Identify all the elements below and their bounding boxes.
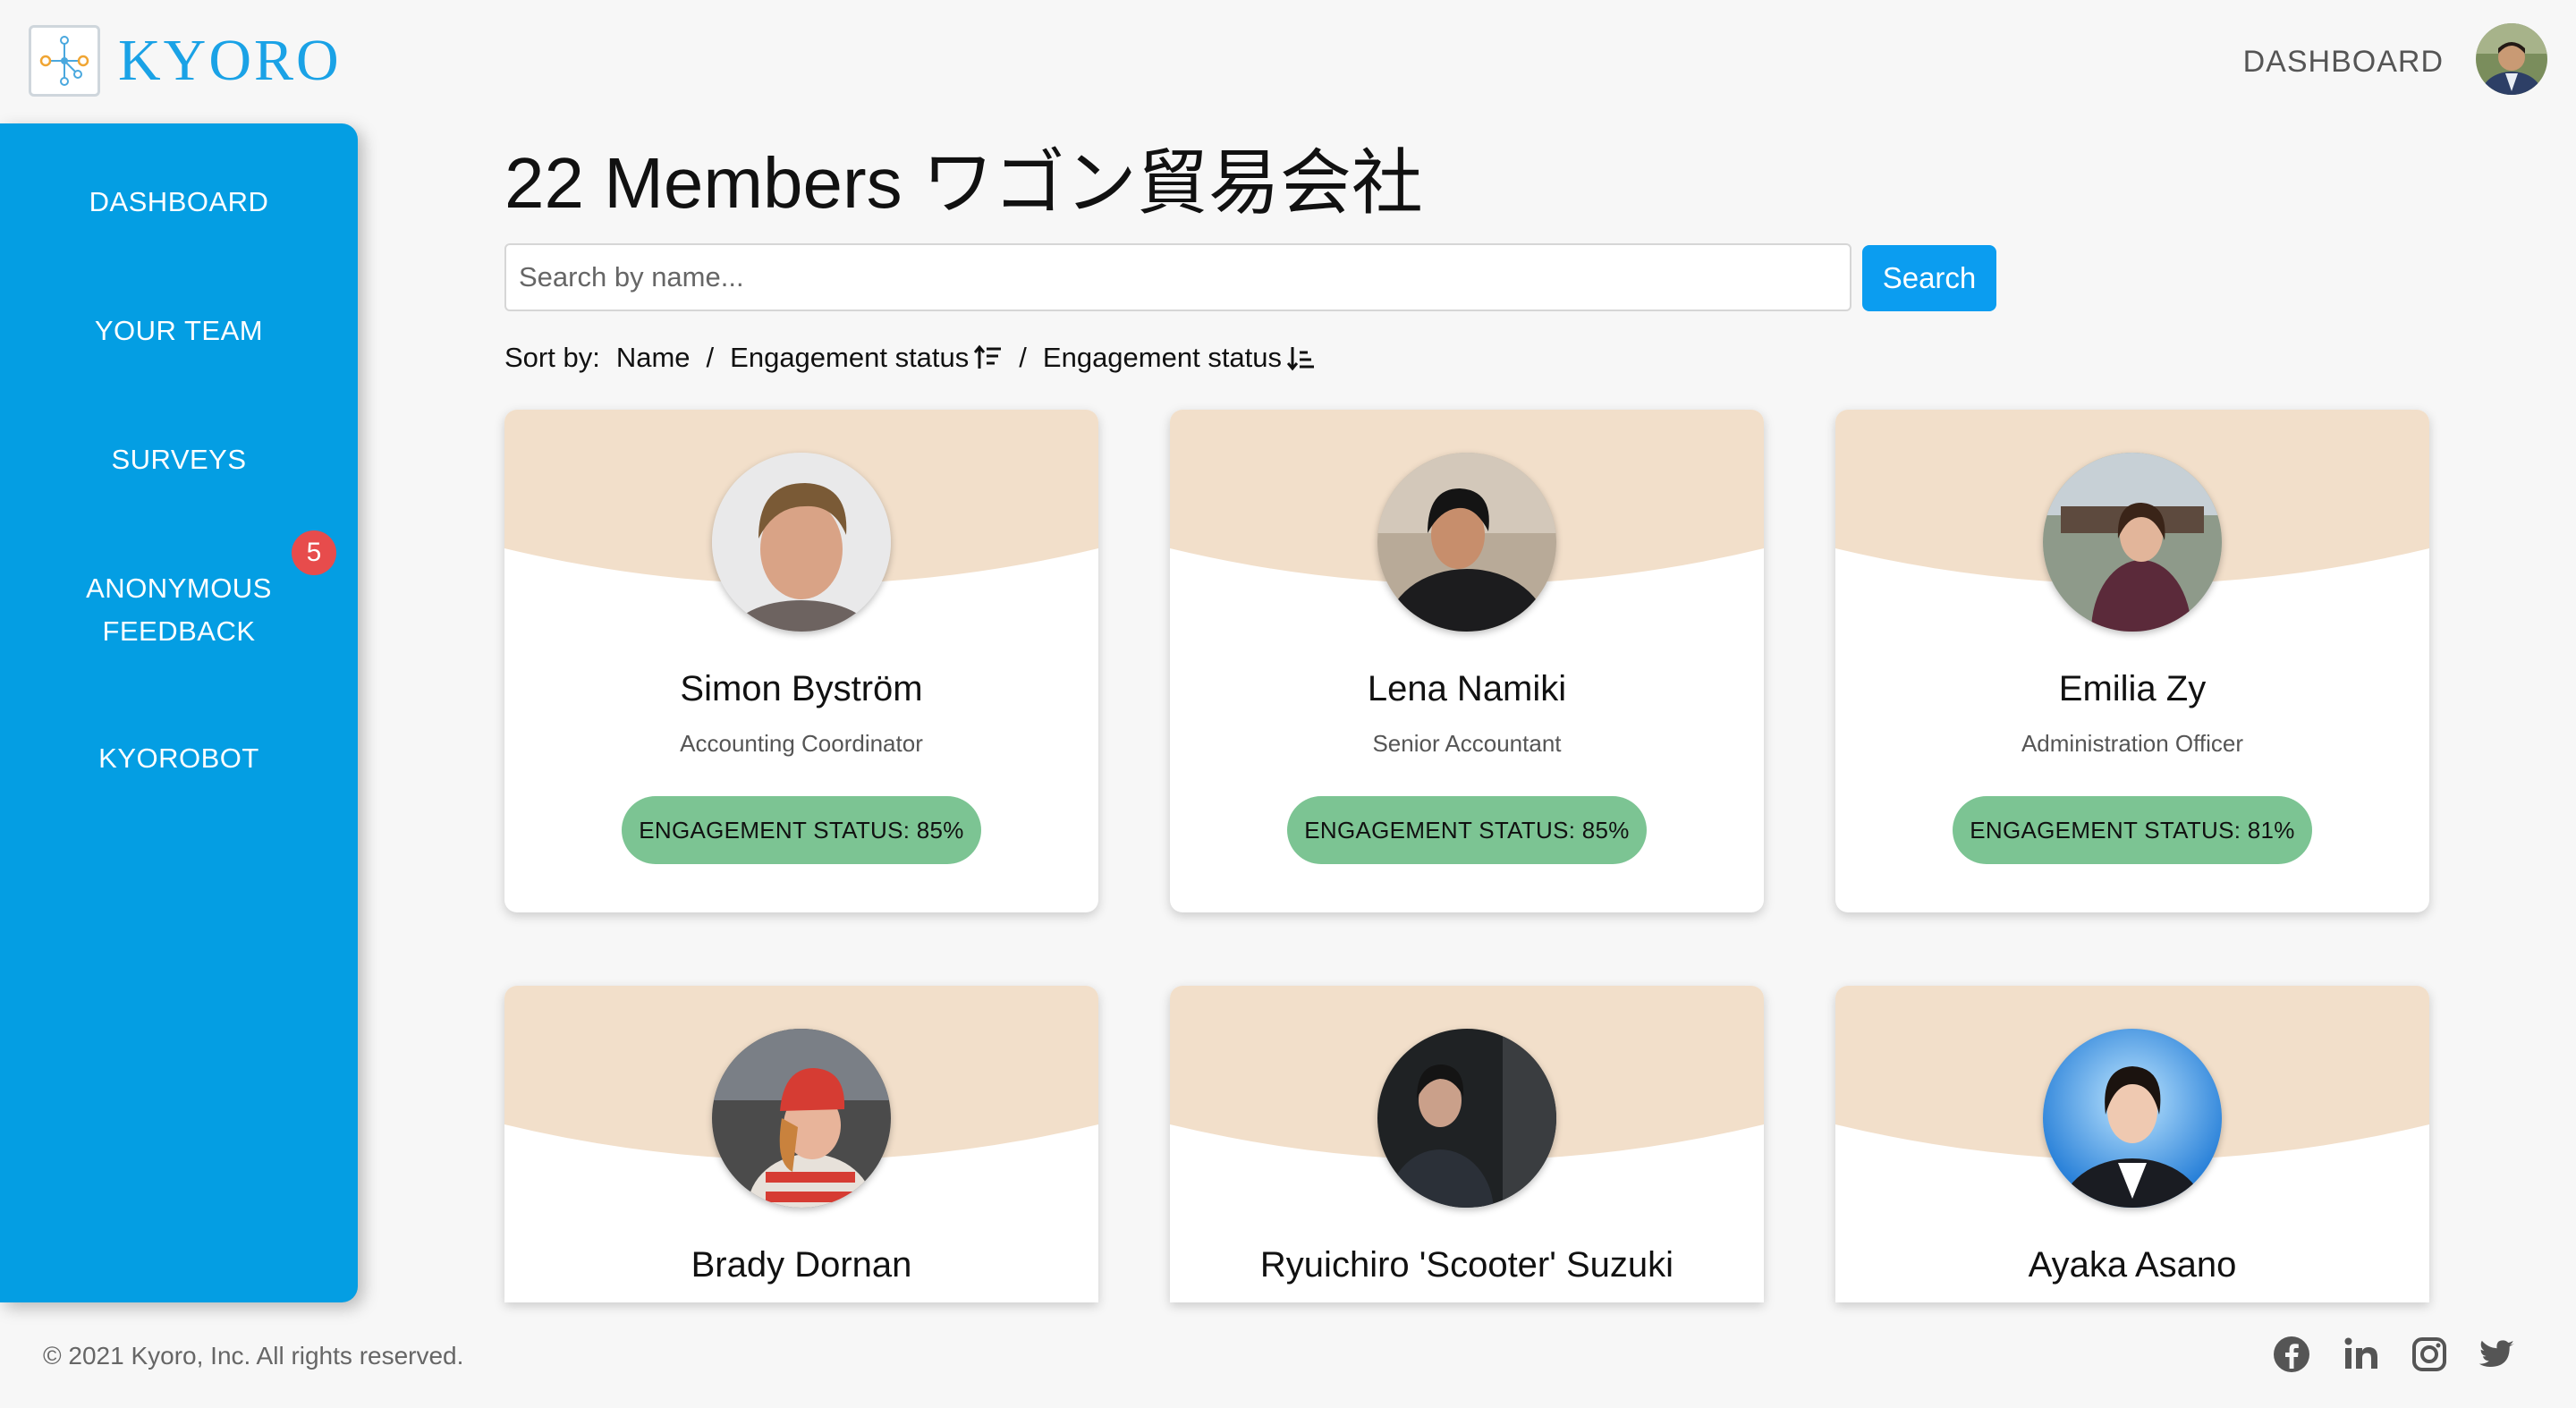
sidebar-item-anonymous-feedback[interactable]: ANONYMOUS FEEDBACK [0,567,358,653]
member-photo [1377,453,1556,632]
member-photo [1377,1029,1556,1208]
engagement-status-badge: ENGAGEMENT STATUS: 85% [622,796,981,864]
kyoro-logo[interactable]: KYORO [29,25,342,97]
member-role: Administration Officer [2021,730,2244,757]
member-card[interactable]: Brady Dornan [504,986,1098,1302]
member-photo [2043,453,2222,632]
header-dashboard-link[interactable]: DASHBOARD [2243,45,2444,80]
facebook-icon[interactable] [2272,1335,2311,1374]
sidebar-item-your-team[interactable]: YOUR TEAM [0,310,358,352]
copyright-text: © 2021 Kyoro, Inc. All rights reserved. [43,1342,464,1370]
sort-descending-icon [1287,347,1315,371]
member-name: Ayaka Asano [2028,1245,2237,1285]
notification-badge: 5 [292,530,336,575]
member-name: Simon Byström [680,669,923,708]
search-button[interactable]: Search [1862,245,1996,311]
member-role: Accounting Coordinator [680,730,923,757]
member-name: Ryuichiro 'Scooter' Suzuki [1259,1245,1674,1285]
sort-separator: / [1019,342,1027,373]
engagement-status-badge: ENGAGEMENT STATUS: 81% [1953,796,2312,864]
instagram-icon[interactable] [2410,1335,2449,1374]
sidebar-item-dashboard[interactable]: DASHBOARD [0,181,358,224]
search-input[interactable] [504,243,1852,311]
member-photo [712,453,891,632]
logo-text: KYORO [118,28,342,93]
engagement-status-badge: ENGAGEMENT STATUS: 85% [1287,796,1647,864]
member-card[interactable]: Ayaka Asano [1835,986,2429,1302]
sort-by-engagement-desc[interactable]: Engagement status [1043,342,1316,374]
linkedin-icon[interactable] [2342,1335,2381,1374]
page-title: 22 Members ワゴン貿易会社 [504,143,1423,223]
top-header: KYORO DASHBOARD [0,0,2576,123]
sort-engagement-desc-label: Engagement status [1042,342,1283,373]
sort-ascending-icon [974,344,1002,369]
user-avatar[interactable] [2476,23,2547,95]
sort-by-name[interactable]: Name [616,342,691,374]
logo-network-icon [29,25,100,97]
twitter-icon[interactable] [2478,1335,2517,1374]
member-photo [2043,1029,2222,1208]
member-name: Emilia Zy [2058,669,2207,708]
sidebar-item-surveys[interactable]: SURVEYS [0,438,358,481]
member-photo [712,1029,891,1208]
member-name: Brady Dornan [691,1245,912,1285]
sort-by-engagement-asc[interactable]: Engagement status [730,342,1003,374]
sort-name-label: Name [615,342,691,373]
member-role: Senior Accountant [1372,730,1562,757]
member-card[interactable]: Ryuichiro 'Scooter' Suzuki [1170,986,1764,1302]
member-card[interactable]: Simon Byström Accounting Coordinator ENG… [504,410,1098,912]
sort-separator: / [706,342,715,373]
sidebar-item-kyorobot[interactable]: KYOROBOT [0,737,358,780]
sort-engagement-asc-label: Engagement status [730,342,970,373]
member-name: Lena Namiki [1367,669,1567,708]
sort-bar: Sort by: Name / Engagement status / Enga… [504,342,1316,374]
sidebar: DASHBOARD YOUR TEAM SURVEYS ANONYMOUS FE… [0,123,358,1302]
sort-label: Sort by: [504,342,600,373]
member-card[interactable]: Lena Namiki Senior Accountant ENGAGEMENT… [1170,410,1764,912]
member-card[interactable]: Emilia Zy Administration Officer ENGAGEM… [1835,410,2429,912]
